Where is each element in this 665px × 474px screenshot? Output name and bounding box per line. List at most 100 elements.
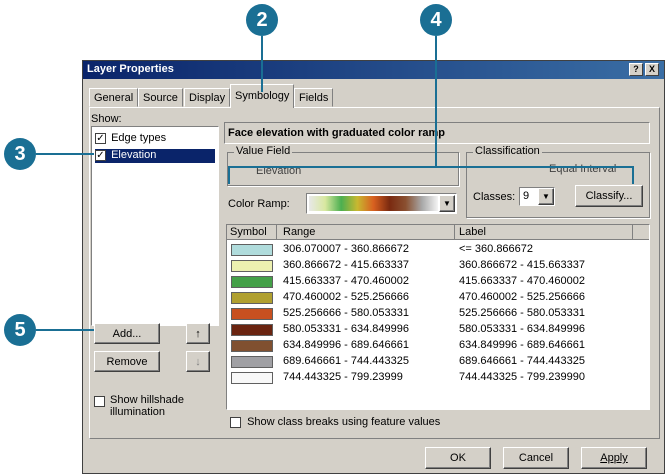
- table-row[interactable]: 580.053331 - 634.849996 580.053331 - 634.…: [227, 323, 649, 337]
- label-column-header[interactable]: Label: [455, 225, 633, 240]
- tab-general[interactable]: General: [89, 88, 139, 107]
- label-cell[interactable]: 634.849996 - 689.646661: [459, 339, 585, 351]
- table-row[interactable]: 360.866672 - 415.663337 360.866672 - 415.…: [227, 259, 649, 273]
- classes-value: 9: [523, 190, 530, 202]
- remove-button[interactable]: Remove: [94, 351, 160, 372]
- callout-4: 4: [420, 4, 452, 36]
- show-label: Show:: [91, 113, 122, 125]
- range-column-header[interactable]: Range: [277, 225, 455, 240]
- list-item-elevation[interactable]: ✓ Elevation: [95, 149, 215, 163]
- label-cell[interactable]: 415.663337 - 470.460002: [459, 275, 585, 287]
- label-cell[interactable]: <= 360.866672: [459, 243, 533, 255]
- symbol-swatch[interactable]: [231, 260, 273, 272]
- classes-label: Classes:: [473, 191, 516, 203]
- symbol-swatch[interactable]: [231, 276, 273, 288]
- range-cell[interactable]: 689.646661 - 744.443325: [283, 355, 409, 367]
- callout-4-line: [435, 36, 437, 166]
- hillshade-label-2: illumination: [110, 406, 166, 418]
- color-ramp-preview: [309, 196, 438, 211]
- value-field-group: Value Field Elevation: [227, 145, 459, 186]
- callout-5-line: [36, 329, 94, 331]
- label-cell[interactable]: 580.053331 - 634.849996: [459, 323, 585, 335]
- elevation-label: Elevation: [111, 149, 157, 161]
- range-cell[interactable]: 306.070007 - 360.866672: [283, 243, 409, 255]
- edge-types-checkbox[interactable]: ✓: [95, 132, 106, 144]
- show-list: ✓ Edge types ✓ Elevation: [91, 126, 219, 326]
- remove-label: Remove: [106, 355, 148, 368]
- callout-4-hline: [228, 166, 634, 168]
- label-cell[interactable]: 360.866672 - 415.663337: [459, 259, 585, 271]
- up-arrow-icon[interactable]: ↑: [186, 323, 210, 344]
- class-table: Symbol Range Label 306.070007 - 360.8666…: [226, 224, 650, 410]
- ok-button[interactable]: OK: [425, 447, 491, 469]
- range-cell[interactable]: 525.256666 - 580.053331: [283, 307, 409, 319]
- table-row[interactable]: 689.646661 - 744.443325 689.646661 - 744.…: [227, 355, 649, 369]
- range-cell[interactable]: 360.866672 - 415.663337: [283, 259, 409, 271]
- symbol-swatch[interactable]: [231, 292, 273, 304]
- callout-5: 5: [4, 314, 36, 346]
- range-cell[interactable]: 634.849996 - 689.646661: [283, 339, 409, 351]
- range-cell[interactable]: 470.460002 - 525.256666: [283, 291, 409, 303]
- tab-source[interactable]: Source: [138, 88, 183, 107]
- color-ramp-select[interactable]: ▼: [306, 193, 457, 214]
- layer-properties-dialog: Layer Properties ? X General Source Disp…: [82, 60, 665, 474]
- range-cell[interactable]: 580.053331 - 634.849996: [283, 323, 409, 335]
- color-ramp-label: Color Ramp:: [228, 198, 290, 210]
- table-row[interactable]: 525.256666 - 580.053331 525.256666 - 580.…: [227, 307, 649, 321]
- callout-2: 2: [246, 4, 278, 36]
- range-cell[interactable]: 415.663337 - 470.460002: [283, 275, 409, 287]
- close-button[interactable]: X: [645, 63, 659, 76]
- help-button[interactable]: ?: [629, 63, 643, 76]
- show-breaks-label: Show class breaks using feature values: [247, 416, 441, 428]
- show-breaks-checkbox[interactable]: [230, 416, 241, 428]
- window-title: Layer Properties: [87, 63, 174, 75]
- list-item-edge-types[interactable]: ✓ Edge types: [95, 132, 166, 146]
- label-cell[interactable]: 689.646661 - 744.443325: [459, 355, 585, 367]
- range-cell[interactable]: 744.443325 - 799.23999: [283, 371, 403, 383]
- label-cell[interactable]: 525.256666 - 580.053331: [459, 307, 585, 319]
- apply-label: Apply: [600, 452, 628, 464]
- elevation-checkbox[interactable]: ✓: [95, 149, 106, 161]
- label-cell[interactable]: 470.460002 - 525.256666: [459, 291, 585, 303]
- cancel-button[interactable]: Cancel: [503, 447, 569, 469]
- add-button[interactable]: Add...: [94, 323, 160, 344]
- table-row[interactable]: 415.663337 - 470.460002 415.663337 - 470.…: [227, 275, 649, 289]
- hillshade-label-1: Show hillshade: [110, 394, 184, 406]
- symbol-swatch[interactable]: [231, 244, 273, 256]
- hillshade-checkbox[interactable]: [94, 396, 105, 407]
- symbol-swatch[interactable]: [231, 372, 273, 384]
- callout-4-right-tick: [632, 166, 634, 184]
- callout-4-left-tick: [228, 166, 230, 184]
- classify-button[interactable]: Classify...: [575, 185, 643, 207]
- tab-fields[interactable]: Fields: [294, 88, 334, 107]
- table-row[interactable]: 634.849996 - 689.646661 634.849996 - 689.…: [227, 339, 649, 353]
- classes-select[interactable]: 9 ▼: [519, 187, 555, 206]
- classification-legend: Classification: [473, 145, 542, 157]
- table-header: Symbol Range Label: [227, 225, 649, 240]
- tab-display[interactable]: Display: [184, 88, 231, 107]
- callout-2-line: [261, 36, 263, 92]
- symbology-heading: Face elevation with graduated color ramp: [224, 122, 650, 144]
- edge-types-label: Edge types: [111, 132, 167, 144]
- symbol-swatch[interactable]: [231, 308, 273, 320]
- table-row[interactable]: 470.460002 - 525.256666 470.460002 - 525.…: [227, 291, 649, 305]
- table-row[interactable]: 306.070007 - 360.866672 <= 360.866672: [227, 243, 649, 257]
- symbol-column-header[interactable]: Symbol: [227, 225, 277, 240]
- chevron-down-icon[interactable]: ▼: [538, 188, 554, 205]
- value-field-legend: Value Field: [234, 145, 293, 157]
- symbol-swatch[interactable]: [231, 356, 273, 368]
- callout-3: 3: [4, 138, 36, 170]
- callout-3-line: [36, 153, 94, 155]
- table-row[interactable]: 744.443325 - 799.23999 744.443325 - 799.2…: [227, 371, 649, 385]
- classification-method: Equal Interval: [549, 163, 617, 175]
- classification-group: Classification Equal Interval Classes: 9…: [466, 145, 650, 218]
- title-bar[interactable]: Layer Properties ? X: [83, 61, 664, 79]
- symbol-swatch[interactable]: [231, 324, 273, 336]
- symbology-pane: Show: ✓ Edge types ✓ Elevation Add... ↑ …: [89, 107, 660, 439]
- label-cell[interactable]: 744.443325 - 799.239990: [459, 371, 585, 383]
- down-arrow-icon[interactable]: ↓: [186, 351, 210, 372]
- ramp-chevron-down-icon[interactable]: ▼: [439, 195, 455, 212]
- symbol-swatch[interactable]: [231, 340, 273, 352]
- show-breaks-option[interactable]: Show class breaks using feature values: [230, 416, 440, 428]
- apply-button[interactable]: Apply: [581, 447, 647, 469]
